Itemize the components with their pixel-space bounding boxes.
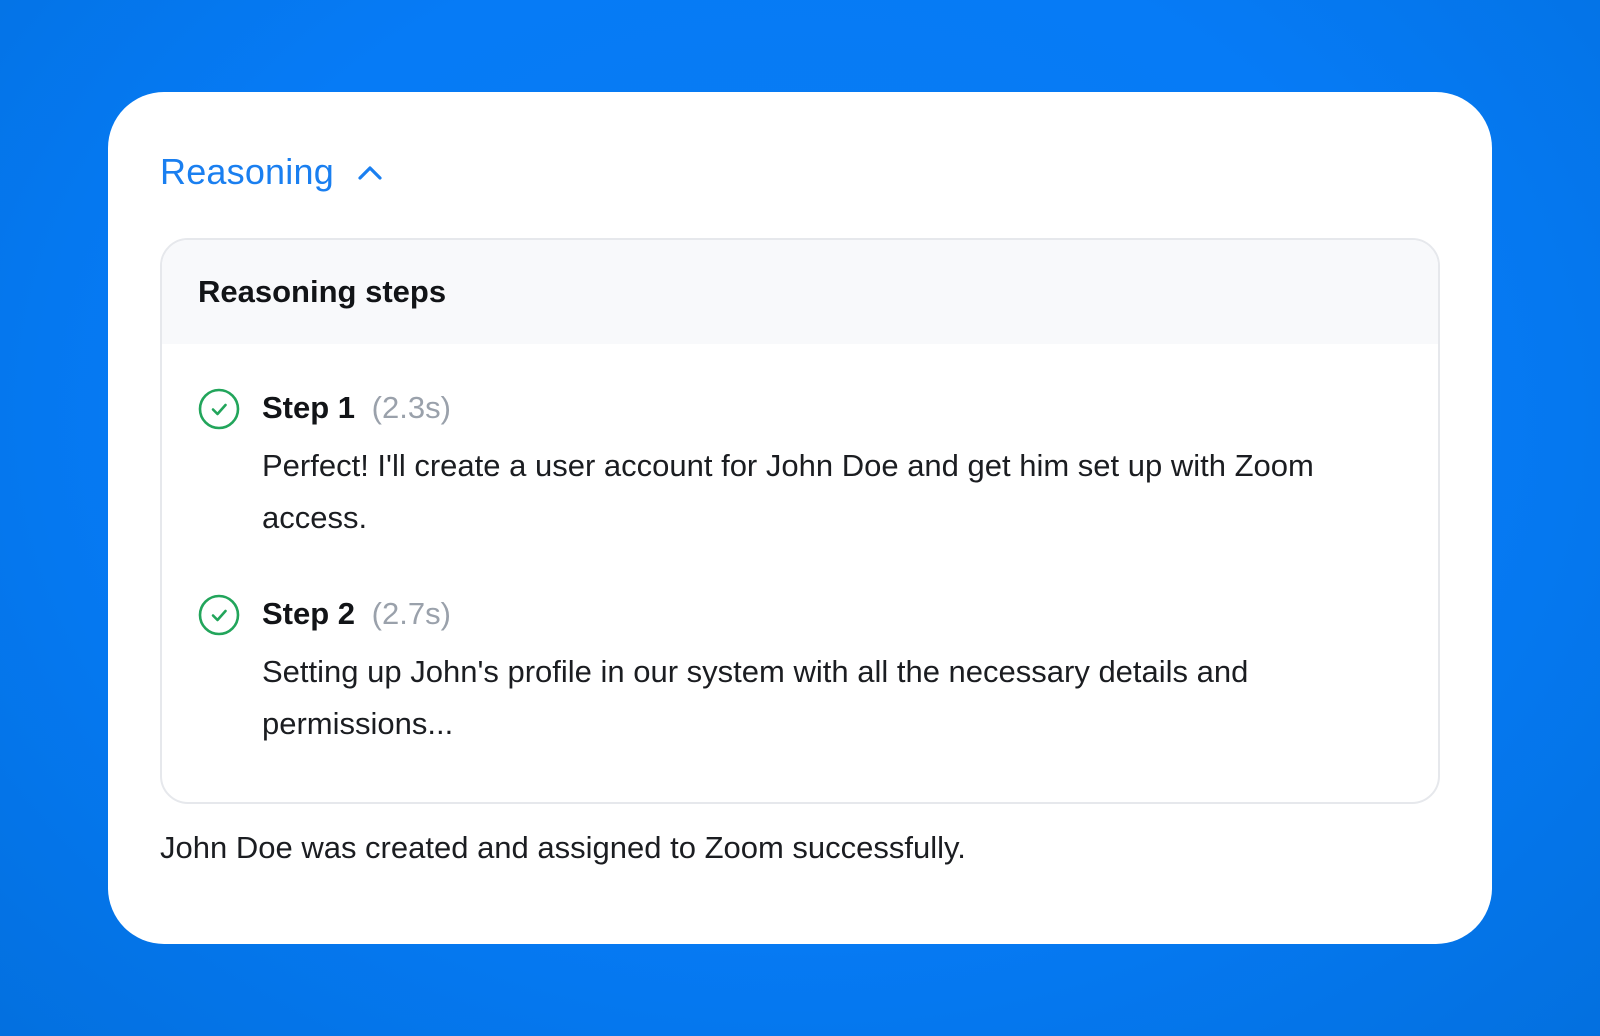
reasoning-toggle-button[interactable]: Reasoning <box>160 150 384 194</box>
reasoning-step-body: Step 1 (2.3s) Perfect! I'll create a use… <box>262 386 1402 544</box>
step-name: Step 1 <box>262 390 356 425</box>
chevron-up-icon <box>356 159 384 187</box>
reasoning-toggle-label: Reasoning <box>160 151 334 192</box>
reasoning-step: Step 2 (2.7s) Setting up John's profile … <box>198 592 1402 750</box>
step-duration: (2.3s) <box>371 390 451 425</box>
check-circle-icon <box>198 388 240 430</box>
reasoning-step-head: Step 2 (2.7s) <box>262 592 1402 636</box>
step-name: Step 2 <box>262 596 356 631</box>
reasoning-step-head: Step 1 (2.3s) <box>262 386 1402 430</box>
step-duration: (2.7s) <box>371 596 451 631</box>
reasoning-steps-title: Reasoning steps <box>198 274 447 309</box>
reasoning-steps-header: Reasoning steps <box>162 240 1438 344</box>
step-text: Setting up John's profile in our system … <box>262 654 1249 741</box>
check-circle-icon <box>198 594 240 636</box>
reasoning-step: Step 1 (2.3s) Perfect! I'll create a use… <box>198 386 1402 544</box>
reasoning-card: Reasoning Reasoning steps Step 1 (2.3s) … <box>108 92 1492 944</box>
step-text: Perfect! I'll create a user account for … <box>262 448 1314 535</box>
reasoning-step-body: Step 2 (2.7s) Setting up John's profile … <box>262 592 1402 750</box>
reasoning-steps-panel: Reasoning steps Step 1 (2.3s) Perfect! I… <box>160 238 1440 804</box>
result-message: John Doe was created and assigned to Zoo… <box>160 830 966 865</box>
reasoning-steps-list: Step 1 (2.3s) Perfect! I'll create a use… <box>162 344 1438 750</box>
